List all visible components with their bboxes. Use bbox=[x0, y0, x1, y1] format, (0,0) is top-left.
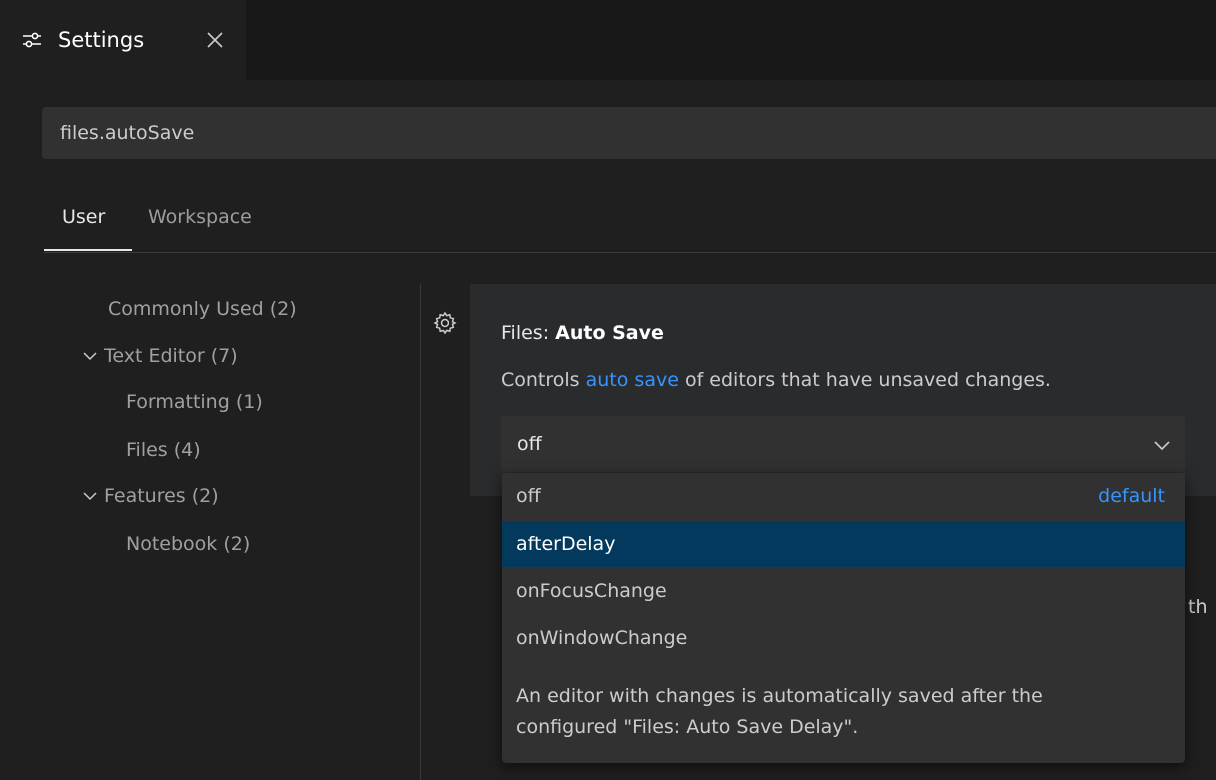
toc-item-text-editor[interactable]: Text Editor (7) bbox=[104, 343, 238, 369]
toc-item-commonly-used[interactable]: Commonly Used (2) bbox=[108, 296, 297, 322]
auto-save-select[interactable]: off bbox=[501, 416, 1185, 472]
option-label: off bbox=[516, 485, 541, 507]
auto-save-link[interactable]: auto save bbox=[586, 369, 679, 391]
option-description-line: An editor with changes is automatically … bbox=[516, 685, 1043, 707]
toc-divider bbox=[420, 284, 421, 780]
active-tab-indicator bbox=[44, 249, 132, 251]
setting-title: Files: Auto Save bbox=[501, 320, 664, 346]
scope-divider bbox=[44, 252, 1216, 253]
chevron-down-icon bbox=[1154, 441, 1170, 451]
chevron-down-icon[interactable] bbox=[82, 488, 98, 504]
setting-description: Controls auto save of editors that have … bbox=[501, 367, 1051, 393]
option-label: onFocusChange bbox=[516, 580, 667, 602]
tab-workspace[interactable]: Workspace bbox=[148, 204, 252, 230]
tab-settings[interactable]: Settings bbox=[0, 0, 246, 80]
default-badge: default bbox=[1098, 485, 1165, 507]
tab-user[interactable]: User bbox=[62, 204, 105, 230]
settings-editor: Settings files.autoSave User Workspace C… bbox=[0, 0, 1216, 780]
setting-title-name: Auto Save bbox=[555, 322, 664, 344]
setting-desc-after: of editors that have unsaved changes. bbox=[678, 369, 1051, 391]
option-description: An editor with changes is automatically … bbox=[516, 681, 1176, 743]
option-label: onWindowChange bbox=[516, 627, 688, 649]
option-off[interactable]: off default bbox=[502, 473, 1185, 519]
chevron-down-icon[interactable] bbox=[82, 348, 98, 364]
toc-item-files[interactable]: Files (4) bbox=[126, 437, 201, 463]
toc-item-features[interactable]: Features (2) bbox=[104, 483, 219, 509]
tab-strip: Settings bbox=[0, 0, 1216, 80]
gear-icon[interactable] bbox=[432, 310, 458, 336]
tab-label: Settings bbox=[58, 28, 145, 52]
close-icon[interactable] bbox=[203, 28, 227, 52]
toc-item-formatting[interactable]: Formatting (1) bbox=[126, 389, 263, 415]
option-after-delay[interactable]: afterDelay bbox=[502, 521, 1185, 567]
toc-item-notebook[interactable]: Notebook (2) bbox=[126, 531, 250, 557]
settings-sliders-icon bbox=[23, 32, 41, 48]
option-on-focus-change[interactable]: onFocusChange bbox=[502, 568, 1185, 614]
auto-save-dropdown: off default afterDelay onFocusChange onW… bbox=[502, 473, 1185, 763]
option-on-window-change[interactable]: onWindowChange bbox=[502, 615, 1185, 661]
select-value: off bbox=[517, 433, 542, 455]
search-value: files.autoSave bbox=[60, 122, 195, 144]
setting-desc-before: Controls bbox=[501, 369, 586, 391]
option-label: afterDelay bbox=[516, 533, 616, 555]
setting-title-prefix: Files: bbox=[501, 322, 556, 344]
settings-search-input[interactable]: files.autoSave bbox=[42, 107, 1216, 159]
next-setting-text-fragment: th bbox=[1188, 596, 1208, 618]
option-description-line: configured "Files: Auto Save Delay". bbox=[516, 716, 859, 738]
